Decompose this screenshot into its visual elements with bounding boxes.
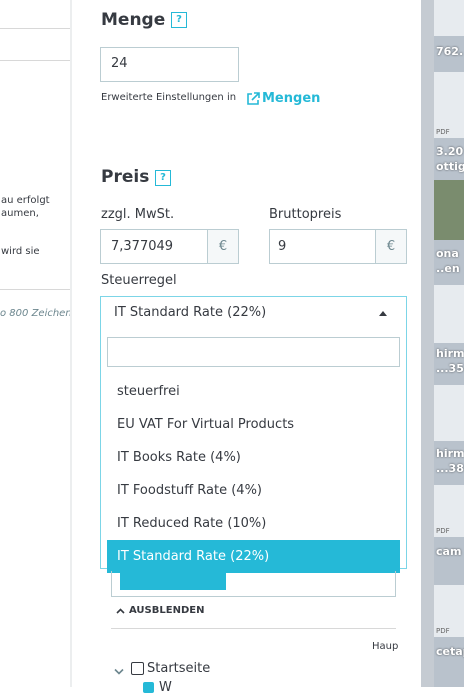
net-price-field[interactable]: 7,377049 € — [100, 229, 239, 264]
gross-price-value: 9 — [278, 239, 287, 254]
quantities-link-label: Mengen — [262, 91, 321, 106]
external-link-icon — [247, 91, 260, 105]
chevron-up-icon[interactable] — [379, 311, 387, 316]
price-title: Preis — [101, 167, 150, 187]
chevron-up-icon — [116, 607, 125, 614]
desktop-file-icon[interactable] — [434, 385, 464, 441]
tax-option-highlighted[interactable]: IT Standard Rate (22%) — [107, 540, 400, 573]
tax-rule-selected: IT Standard Rate (22%) — [114, 305, 267, 320]
char-counter: o 800 Zeichen — [0, 308, 70, 319]
file-type-label: PDF — [436, 128, 450, 136]
desktop-file-label: 3.20 — [436, 145, 464, 158]
quantities-link[interactable]: Mengen — [246, 91, 320, 106]
tax-option[interactable]: IT Foodstuff Rate (4%) — [107, 474, 400, 507]
column-divider — [70, 0, 72, 687]
net-price-value: 7,377049 — [111, 239, 174, 254]
desktop-file-icon[interactable] — [434, 0, 464, 36]
tax-option[interactable]: EU VAT For Virtual Products — [107, 408, 400, 441]
desktop-file-label: cetap — [436, 645, 464, 658]
tax-option[interactable]: steuerfrei — [107, 375, 400, 408]
description-text-line: au erfolgt — [1, 195, 50, 206]
advanced-settings-text: Erweiterte Einstellungen in — [101, 92, 237, 103]
desktop-file-label: ottig — [436, 160, 464, 173]
desktop-file-icon[interactable] — [434, 285, 464, 343]
gross-price-label: Bruttopreis — [269, 207, 342, 222]
desktop-image-icon[interactable] — [434, 180, 464, 240]
tax-option[interactable]: IT Books Rate (4%) — [107, 441, 400, 474]
question-icon[interactable]: ? — [171, 12, 187, 28]
desktop-file-label: 762. — [436, 45, 464, 58]
tax-rule-search[interactable] — [107, 337, 400, 367]
quantity-input[interactable]: 24 — [100, 47, 239, 82]
main-category-header: Haup — [372, 641, 399, 652]
category-checkbox[interactable] — [131, 662, 144, 675]
divider — [111, 628, 396, 629]
file-type-label: PDF — [436, 627, 450, 635]
gross-price-field[interactable]: 9 € — [269, 229, 407, 264]
category-checkbox[interactable] — [143, 682, 154, 693]
file-type-label: PDF — [436, 527, 450, 535]
window-gap — [421, 0, 434, 687]
description-editor[interactable]: au erfolgt aumen, wird sie — [0, 60, 70, 290]
currency-addon: € — [207, 230, 238, 263]
tax-rule-label: Steuerregel — [101, 273, 177, 288]
category-label: W — [159, 680, 172, 695]
category-tag[interactable] — [120, 571, 226, 590]
divider — [0, 28, 70, 29]
desktop-file-label: ona — [436, 247, 459, 260]
desktop-file-label: hirm — [436, 347, 464, 360]
desktop-file-label: ...38 — [436, 462, 464, 475]
category-label: Startseite — [147, 661, 211, 676]
hide-button[interactable]: AUSBLENDEN — [116, 605, 204, 616]
chevron-down-icon[interactable] — [114, 664, 124, 678]
tax-option[interactable]: IT Reduced Rate (10%) — [107, 507, 400, 540]
hide-button-label: AUSBLENDEN — [129, 605, 205, 616]
description-panel: au erfolgt aumen, wird sie o 800 Zeichen — [0, 0, 70, 687]
desktop-file-label: ..en — [436, 262, 460, 275]
question-icon[interactable]: ? — [155, 170, 171, 186]
description-text-line: wird sie — [1, 246, 40, 257]
description-text-line: aumen, — [1, 208, 39, 219]
currency-addon: € — [375, 230, 406, 263]
desktop-file-label: hirm — [436, 447, 464, 460]
quantity-title: Menge — [101, 10, 166, 30]
desktop-file-label: ...35 — [436, 362, 464, 375]
net-price-label: zzgl. MwSt. — [101, 207, 175, 222]
desktop-file-label: cam — [436, 545, 462, 558]
